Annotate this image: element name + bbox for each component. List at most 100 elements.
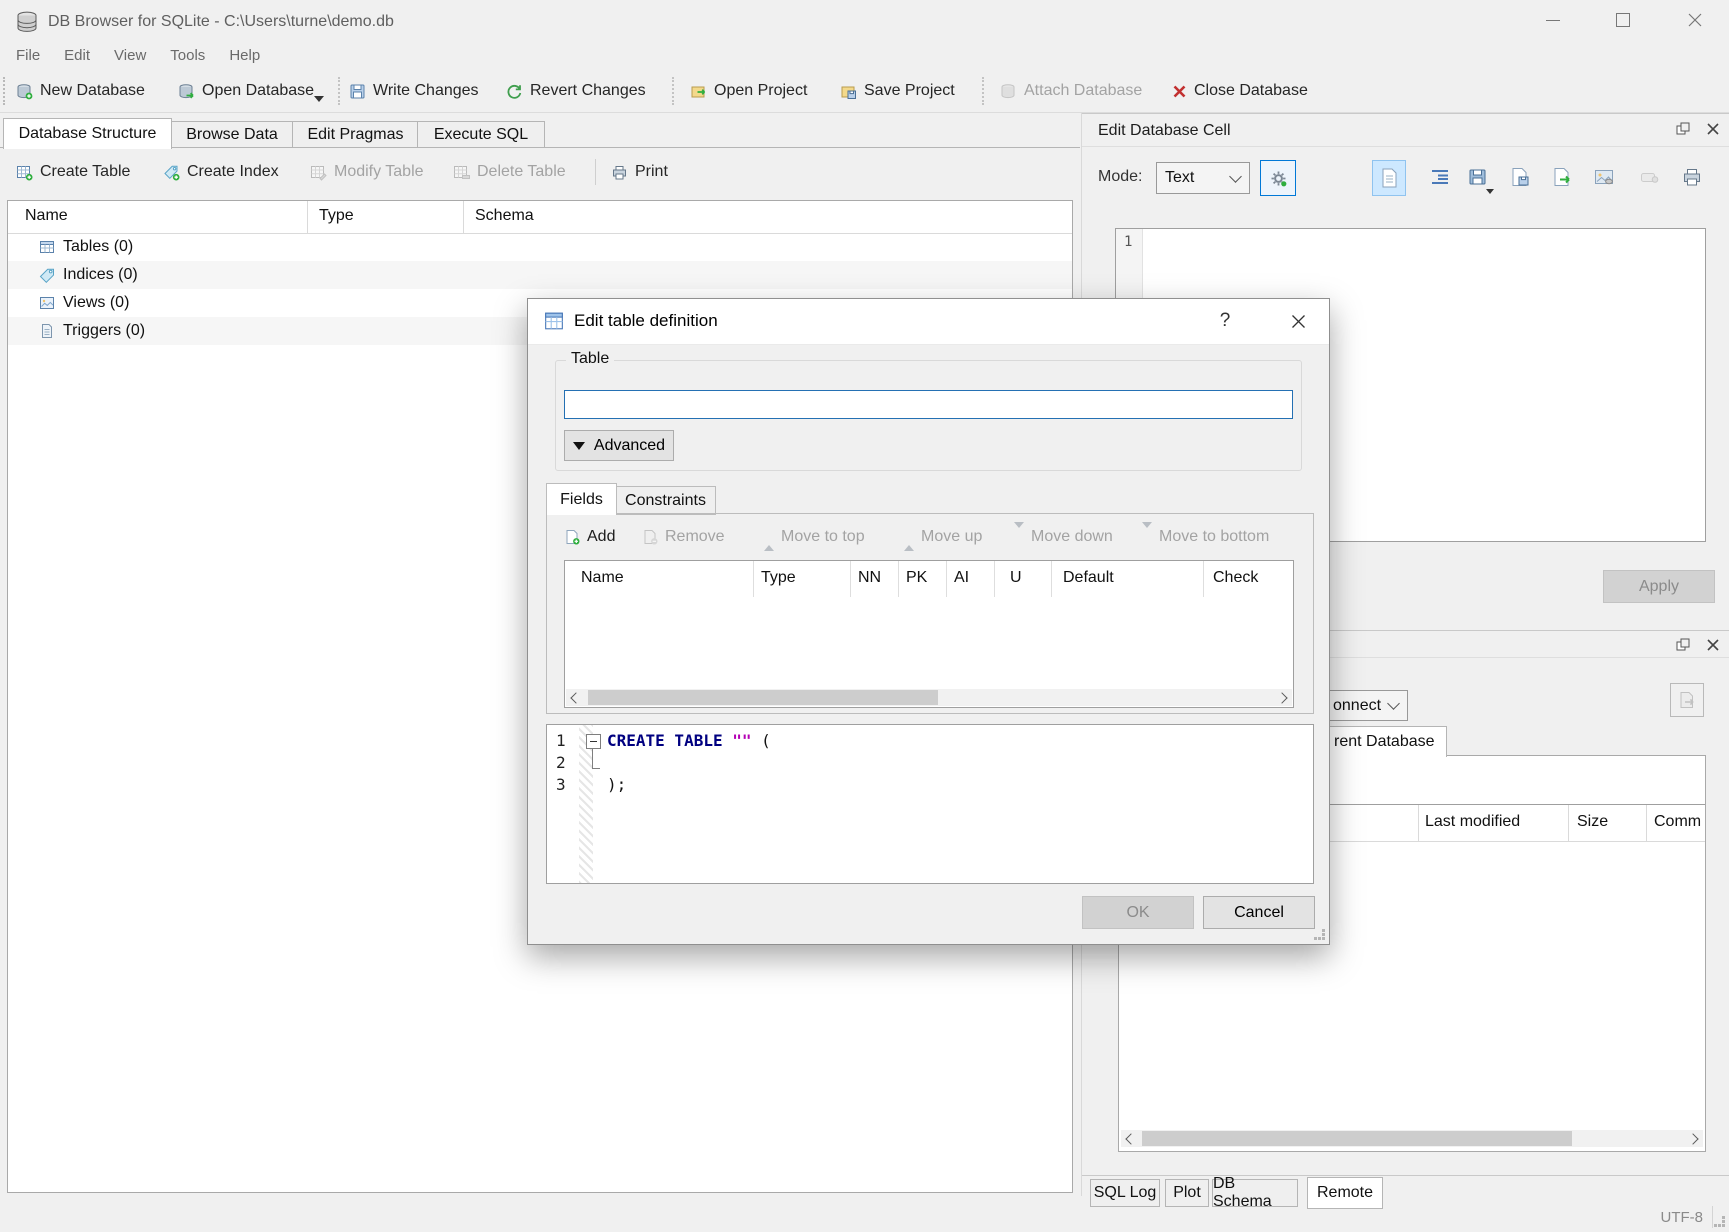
move-down-button[interactable]: Move down	[1014, 522, 1113, 552]
fields-column-nn[interactable]: NN	[858, 569, 881, 587]
dialog-help-button[interactable]: ?	[1208, 307, 1242, 335]
save-project-button[interactable]: Save Project	[840, 74, 955, 108]
maximize-icon	[1616, 13, 1630, 27]
scroll-left-arrow[interactable]	[1121, 1130, 1138, 1147]
menu-tools[interactable]: Tools	[158, 44, 217, 70]
remote-tab-label: rent Database	[1330, 733, 1435, 751]
window-close-button[interactable]	[1672, 6, 1718, 34]
tree-column-schema[interactable]: Schema	[475, 207, 534, 225]
remote-column-commit[interactable]: Comm	[1654, 813, 1701, 831]
modify-table-icon	[310, 164, 327, 181]
attach-database-button[interactable]: Attach Database	[1000, 74, 1142, 108]
revert-changes-button[interactable]: Revert Changes	[506, 74, 646, 108]
fields-column-ai[interactable]: AI	[954, 569, 969, 587]
fields-column-type[interactable]: Type	[761, 569, 796, 587]
maximize-button[interactable]	[1600, 6, 1646, 34]
write-changes-button[interactable]: Write Changes	[349, 74, 479, 108]
advanced-button[interactable]: Advanced	[564, 430, 674, 461]
image-cell-button[interactable]	[1588, 160, 1620, 194]
tab-edit-pragmas[interactable]: Edit Pragmas	[292, 121, 419, 148]
tree-column-name[interactable]: Name	[25, 207, 68, 225]
tree-row-tables[interactable]: Tables (0)	[8, 233, 1072, 261]
ok-button[interactable]: OK	[1082, 896, 1194, 929]
tab-fields[interactable]: Fields	[546, 483, 617, 515]
tree-column-type[interactable]: Type	[319, 207, 354, 225]
dialog-close-button[interactable]	[1281, 307, 1315, 335]
set-null-button[interactable]	[1634, 160, 1666, 194]
remote-column-size[interactable]: Size	[1577, 813, 1608, 831]
remote-upload-button[interactable]	[1670, 683, 1704, 717]
apply-cell-button[interactable]	[1546, 160, 1578, 194]
open-project-label: Open Project	[714, 82, 807, 100]
close-database-button[interactable]: Close Database	[1172, 74, 1308, 108]
scrollbar-thumb[interactable]	[1142, 1131, 1572, 1146]
apply-button[interactable]: Apply	[1603, 570, 1715, 603]
add-field-button[interactable]: Add	[564, 522, 615, 552]
create-table-button[interactable]: Create Table	[16, 156, 130, 188]
move-to-bottom-button[interactable]: Move to bottom	[1142, 522, 1269, 552]
create-index-button[interactable]: Create Index	[163, 156, 279, 188]
print-button[interactable]: Print	[611, 156, 668, 188]
menu-view[interactable]: View	[102, 44, 158, 70]
chevron-left-icon	[570, 692, 581, 703]
new-database-button[interactable]: New Database	[16, 74, 145, 108]
cell-settings-button[interactable]	[1260, 160, 1296, 196]
scroll-left-arrow[interactable]	[566, 689, 583, 706]
tab-execute-sql[interactable]: Execute SQL	[417, 121, 545, 148]
tab-sql-log[interactable]: SQL Log	[1090, 1179, 1160, 1207]
mode-select[interactable]: Text	[1156, 162, 1250, 194]
fields-column-default[interactable]: Default	[1063, 569, 1114, 587]
tab-remote[interactable]: Remote	[1307, 1177, 1383, 1209]
edit-cell-close-button[interactable]	[1702, 119, 1724, 139]
print-cell-button[interactable]	[1676, 160, 1708, 194]
tree-row-indices[interactable]: Indices (0)	[8, 261, 1072, 289]
export-cell-button[interactable]	[1504, 160, 1536, 194]
remote-column-last-modified[interactable]: Last modified	[1425, 813, 1520, 831]
scroll-right-arrow[interactable]	[1686, 1130, 1703, 1147]
tree-column-divider[interactable]	[307, 201, 308, 233]
remote-identity-select[interactable]: onnect	[1330, 690, 1408, 721]
table-name-input[interactable]	[564, 390, 1293, 419]
tab-plot[interactable]: Plot	[1165, 1179, 1209, 1207]
open-database-dropdown-arrow[interactable]	[314, 96, 324, 102]
tab-browse-data[interactable]: Browse Data	[170, 121, 294, 148]
window-resize-grip[interactable]	[1714, 1216, 1726, 1228]
dialog-resize-grip[interactable]	[1314, 929, 1326, 941]
fields-table: Name Type NN PK AI U Default Check	[564, 560, 1294, 708]
tab-constraints[interactable]: Constraints	[615, 486, 716, 515]
scroll-right-arrow[interactable]	[1275, 689, 1292, 706]
fields-horizontal-scrollbar[interactable]	[566, 689, 1292, 706]
open-project-button[interactable]: Open Project	[690, 74, 807, 108]
minimize-button[interactable]	[1530, 6, 1576, 34]
remote-current-database-tab[interactable]: rent Database	[1330, 726, 1447, 757]
delete-table-button[interactable]: Delete Table	[453, 156, 566, 188]
dialog-titlebar[interactable]: Edit table definition ?	[528, 299, 1329, 345]
scrollbar-thumb[interactable]	[588, 690, 938, 705]
menu-file[interactable]: File	[4, 44, 52, 70]
move-up-button[interactable]: Move up	[904, 522, 982, 552]
triangle-down-icon	[573, 442, 585, 450]
remote-horizontal-scrollbar[interactable]	[1121, 1130, 1703, 1147]
menu-edit[interactable]: Edit	[52, 44, 102, 70]
tab-db-schema[interactable]: DB Schema	[1212, 1179, 1298, 1207]
text-mode-button[interactable]	[1372, 160, 1406, 196]
fields-column-name[interactable]: Name	[581, 569, 624, 587]
menu-help[interactable]: Help	[217, 44, 272, 70]
modify-table-button[interactable]: Modify Table	[310, 156, 424, 188]
sql-preview[interactable]: 1 2 3 CREATE TABLE "" ( );	[546, 724, 1314, 884]
remote-float-button[interactable]	[1672, 635, 1694, 655]
word-wrap-button[interactable]	[1424, 160, 1456, 194]
fold-marker-icon[interactable]	[586, 734, 601, 749]
tab-database-structure[interactable]: Database Structure	[3, 118, 172, 149]
remote-close-button[interactable]	[1702, 635, 1724, 655]
move-to-top-button[interactable]: Move to top	[764, 522, 865, 552]
open-database-button[interactable]: Open Database	[178, 74, 314, 108]
remove-field-button[interactable]: Remove	[642, 522, 725, 552]
fields-column-u[interactable]: U	[1010, 569, 1022, 587]
cancel-button[interactable]: Cancel	[1203, 896, 1315, 929]
tree-column-divider[interactable]	[463, 201, 464, 233]
fields-column-pk[interactable]: PK	[906, 569, 927, 587]
edit-cell-float-button[interactable]	[1672, 119, 1694, 139]
fields-column-check[interactable]: Check	[1213, 569, 1258, 587]
import-dropdown-arrow[interactable]	[1486, 189, 1494, 194]
